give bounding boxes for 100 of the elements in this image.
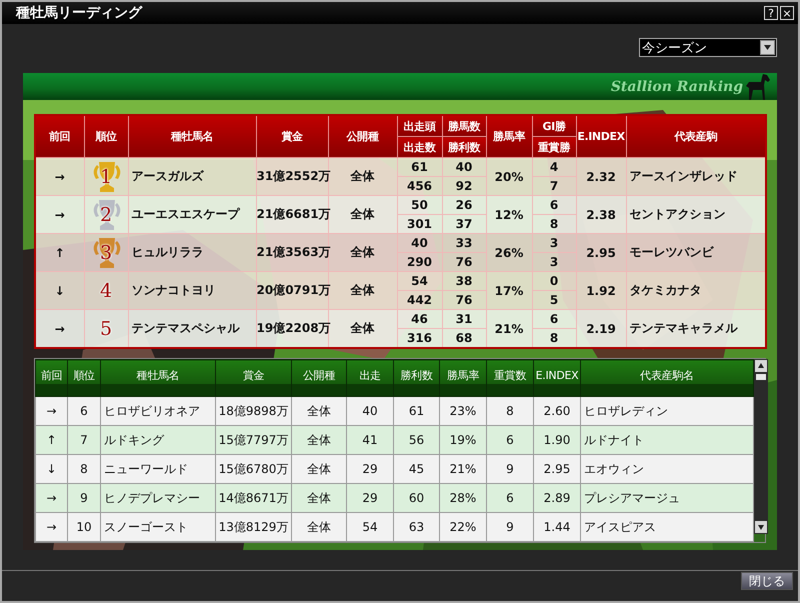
top-foal-cell: タケミカナタ: [626, 272, 766, 310]
top-foal-cell: プレシアマージュ: [580, 484, 754, 512]
prize-cell: 21億6681万: [256, 196, 328, 234]
graded-wins-cell: 7: [532, 176, 576, 196]
stallion-name-cell: ニューワールド: [100, 454, 216, 484]
starts-cell: 442: [397, 290, 442, 310]
graded-cell: 6: [486, 426, 534, 454]
column-header: E.INDEX: [576, 115, 626, 158]
type-cell: 全体: [292, 512, 346, 542]
prize-cell: 13億8129万: [216, 512, 292, 542]
type-cell: 全体: [292, 484, 346, 512]
column-header: 前回: [35, 115, 84, 158]
graded-cell: 8: [486, 396, 534, 426]
g1-wins-cell: 6: [532, 196, 576, 214]
rank-number: 2: [98, 204, 114, 226]
type-cell: 全体: [292, 426, 346, 454]
rank-cell: 9: [68, 484, 100, 512]
winners-cell: 33: [442, 234, 486, 252]
trend-cell: →: [36, 396, 68, 426]
column-header: 順位: [68, 360, 100, 396]
column-header: 代表産駒名: [580, 360, 754, 396]
rank-number: 1: [98, 166, 114, 188]
starts-cell: 41: [346, 426, 394, 454]
win-rate-cell: 20%: [486, 158, 532, 196]
top-foal-cell: ルドナイト: [580, 426, 754, 454]
caret-icon: [760, 40, 775, 55]
index-cell: 1.92: [576, 272, 626, 310]
trend-cell: ↓: [35, 272, 84, 310]
win-rate-cell: 28%: [440, 484, 486, 512]
trend-cell: ↓: [36, 454, 68, 484]
close-button[interactable]: 閉じる: [741, 572, 793, 590]
rank-cell: 7: [68, 426, 100, 454]
close-button[interactable]: ×: [780, 6, 794, 20]
stallion-name-cell: ルドキング: [100, 426, 216, 454]
top-foal-cell: アースインザレッド: [626, 158, 766, 196]
rank-cell: 10: [68, 512, 100, 542]
trend-cell: →: [35, 310, 84, 348]
column-header: 公開種: [292, 360, 346, 396]
starts-cell: 54: [346, 512, 394, 542]
starts-cell: 40: [346, 396, 394, 426]
column-header: 賞金: [256, 115, 328, 158]
index-cell: 2.95: [576, 234, 626, 272]
graded-cell: 9: [486, 454, 534, 484]
window-title: 種牡馬リーディング: [16, 4, 142, 22]
column-header: E.INDEX: [534, 360, 580, 396]
rank-number: 5: [98, 318, 114, 340]
g1-wins-cell: 3: [532, 234, 576, 252]
wins-cell: 56: [394, 426, 440, 454]
stallion-name-cell: ヒノデプレマシー: [100, 484, 216, 512]
column-header: 種牡馬名: [100, 360, 216, 396]
index-cell: 2.89: [534, 484, 580, 512]
scrollbar[interactable]: [754, 359, 768, 534]
rank-number: 4: [98, 280, 114, 302]
wins-cell: 68: [442, 328, 486, 348]
stallion-name-cell: スノーゴースト: [100, 512, 216, 542]
type-cell: 全体: [292, 396, 346, 426]
trend-cell: →: [35, 196, 84, 234]
index-cell: 1.44: [534, 512, 580, 542]
graded-cell: 9: [486, 512, 534, 542]
top-foal-cell: ヒロザレディン: [580, 396, 754, 426]
prize-cell: 20億0791万: [256, 272, 328, 310]
rank-number: 3: [98, 242, 114, 264]
column-header: 重賞数: [486, 360, 534, 396]
top-foal-cell: セントアクション: [626, 196, 766, 234]
trend-cell: →: [36, 484, 68, 512]
winners-cell: 40: [442, 158, 486, 176]
trend-cell: ↑: [35, 234, 84, 272]
winners-cell: 31: [442, 310, 486, 328]
banner-title: Stallion Ranking: [610, 78, 743, 94]
graded-wins-cell: 8: [532, 328, 576, 348]
column-header: 種牡馬名: [128, 115, 256, 158]
wins-cell: 76: [442, 252, 486, 272]
index-cell: 2.19: [576, 310, 626, 348]
help-button[interactable]: ?: [764, 6, 778, 20]
top-foal-cell: モーレツバンビ: [626, 234, 766, 272]
win-rate-cell: 12%: [486, 196, 532, 234]
stallion-name-cell: ヒュルリララ: [128, 234, 256, 272]
season-dropdown[interactable]: 今シーズン: [639, 38, 777, 57]
index-cell: 2.95: [534, 454, 580, 484]
top-foal-cell: エオウィン: [580, 454, 754, 484]
index-cell: 2.60: [534, 396, 580, 426]
column-header: 勝利数: [394, 360, 440, 396]
starts-cell: 290: [397, 252, 442, 272]
index-cell: 1.90: [534, 426, 580, 454]
stallion-name-cell: ユーエスエスケープ: [128, 196, 256, 234]
horse-icon: [743, 72, 773, 102]
type-cell: 全体: [292, 454, 346, 484]
column-header: 勝馬率: [486, 115, 532, 158]
starters-cell: 40: [397, 234, 442, 252]
wins-cell: 37: [442, 214, 486, 234]
column-header: 勝利数: [442, 136, 486, 158]
prize-cell: 15億7797万: [216, 426, 292, 454]
prize-cell: 31億2552万: [256, 158, 328, 196]
column-header: 賞金: [216, 360, 292, 396]
index-cell: 2.38: [576, 196, 626, 234]
graded-wins-cell: 5: [532, 290, 576, 310]
win-rate-cell: 26%: [486, 234, 532, 272]
wins-cell: 45: [394, 454, 440, 484]
win-rate-cell: 21%: [486, 310, 532, 348]
column-header: 出走数: [397, 136, 442, 158]
